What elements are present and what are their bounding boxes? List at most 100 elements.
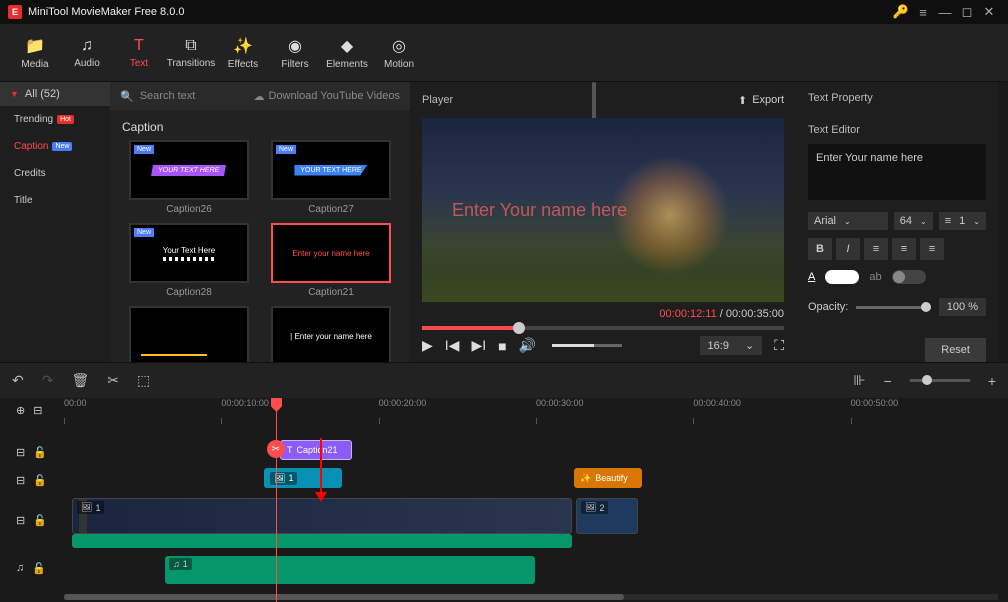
- opacity-slider[interactable]: [856, 306, 930, 309]
- text-editor-label: Text Editor: [808, 124, 986, 136]
- player-title: Player: [422, 94, 738, 106]
- split-button[interactable]: ✂: [107, 372, 119, 389]
- beautify-clip[interactable]: ✨Beautify: [574, 468, 642, 488]
- seek-handle[interactable]: [513, 322, 525, 334]
- app-logo: E: [8, 5, 22, 19]
- volume-slider[interactable]: [552, 344, 622, 347]
- tab-elements[interactable]: ◆Elements: [322, 28, 372, 78]
- tab-filters[interactable]: ◉Filters: [270, 28, 320, 78]
- scissors-icon[interactable]: ✂: [267, 440, 285, 458]
- highlight-label: ab: [869, 271, 881, 283]
- text-color-picker[interactable]: [825, 270, 859, 284]
- minimize-icon[interactable]: —: [934, 1, 956, 23]
- text-color-icon: A: [808, 271, 815, 283]
- export-button[interactable]: ⬆Export: [738, 94, 784, 107]
- timeline-ruler[interactable]: 00:00 00:00:10:00 00:00:20:00 00:00:30:0…: [64, 398, 1008, 426]
- tab-audio[interactable]: ♫Audio: [62, 28, 112, 78]
- cloud-icon: ☁: [254, 90, 265, 103]
- undo-button[interactable]: ↶: [12, 372, 24, 389]
- play-button[interactable]: ▶: [422, 337, 433, 354]
- align-center-button[interactable]: ≡: [892, 238, 916, 260]
- zoom-out-button[interactable]: −: [884, 373, 892, 389]
- timeline-scrollbar[interactable]: [64, 594, 998, 600]
- preview-area[interactable]: Enter Your name here: [422, 118, 784, 302]
- zoom-in-button[interactable]: +: [988, 373, 996, 389]
- lock-icon[interactable]: 🔓: [33, 474, 47, 487]
- caption-card[interactable]: NewYOUR TEXT HERECaption26: [122, 140, 256, 215]
- tab-effects[interactable]: ✨Effects: [218, 28, 268, 78]
- menu-icon[interactable]: ≡: [912, 1, 934, 23]
- music-track-icon: ♫: [16, 562, 24, 575]
- lock-icon[interactable]: 🔓: [33, 514, 47, 527]
- prev-frame-button[interactable]: I◀: [445, 337, 460, 354]
- filters-icon: ◉: [288, 36, 302, 56]
- category-caption[interactable]: CaptionNew: [0, 133, 110, 160]
- elements-icon: ◆: [341, 36, 353, 56]
- lock-icon[interactable]: 🔓: [32, 562, 46, 575]
- download-youtube[interactable]: ☁Download YouTube Videos: [254, 90, 401, 103]
- caption-card[interactable]: Caption22: [122, 306, 256, 362]
- line-spacing-icon: ≡: [945, 215, 951, 227]
- volume-icon[interactable]: 🔊: [519, 337, 536, 354]
- stop-button[interactable]: ■: [498, 338, 506, 354]
- reset-button[interactable]: Reset: [925, 338, 986, 362]
- chevron-down-icon: ⌄: [973, 217, 980, 226]
- opacity-value: 100 %: [939, 298, 986, 316]
- italic-button[interactable]: I: [836, 238, 860, 260]
- music-clip[interactable]: ♫1: [165, 556, 535, 584]
- font-select[interactable]: Arial⌄: [808, 212, 888, 230]
- opacity-label: Opacity:: [808, 301, 848, 313]
- text-icon: T: [287, 445, 293, 455]
- category-trending[interactable]: TrendingHot: [0, 106, 110, 133]
- track-type-icon: ⊟: [16, 474, 25, 487]
- highlight-toggle[interactable]: [892, 270, 926, 284]
- zoom-slider[interactable]: [910, 379, 970, 382]
- track-add-icon[interactable]: ⊕: [16, 404, 25, 417]
- caption-card[interactable]: | Enter your name hereCaption23: [264, 306, 398, 362]
- text-property-title: Text Property: [796, 82, 998, 114]
- font-size-select[interactable]: 64⌄: [894, 212, 933, 230]
- gallery-heading: Caption: [110, 110, 410, 140]
- caption-card[interactable]: NewYOUR TEXT HERECaption27: [264, 140, 398, 215]
- tab-text[interactable]: TText: [114, 28, 164, 78]
- text-editor-input[interactable]: Enter Your name here: [808, 144, 986, 200]
- tab-transitions[interactable]: ⧉Transitions: [166, 28, 216, 78]
- category-credits[interactable]: Credits: [0, 160, 110, 187]
- category-title[interactable]: Title: [0, 187, 110, 214]
- caption-clip[interactable]: TCaption21: [280, 440, 352, 460]
- aspect-ratio-select[interactable]: 16:9⌄: [700, 336, 763, 355]
- timeline-audio-icon[interactable]: ⊪: [853, 372, 865, 389]
- delete-button[interactable]: 🗑: [71, 372, 89, 389]
- video-clip-2[interactable]: 🖼2: [576, 498, 638, 534]
- motion-icon: ◎: [392, 36, 406, 56]
- music-icon: ♫: [173, 559, 180, 569]
- caption-card[interactable]: NewYour Text HereCaption28: [122, 223, 256, 298]
- bold-button[interactable]: B: [808, 238, 832, 260]
- track-type-icon: ⊟: [16, 514, 25, 527]
- key-icon[interactable]: 🔑: [890, 1, 912, 23]
- caption-card[interactable]: Enter your name hereCaption21: [264, 223, 398, 298]
- close-icon[interactable]: ✕: [978, 1, 1000, 23]
- track-collapse-icon[interactable]: ⊟: [33, 404, 42, 417]
- category-all[interactable]: ▼All (52): [0, 82, 110, 106]
- transition-icon: ⧉: [185, 37, 196, 55]
- image-icon: 🖼: [585, 502, 596, 513]
- crop-button[interactable]: ⬚: [137, 372, 150, 389]
- tab-media[interactable]: 📁Media: [10, 28, 60, 78]
- redo-button[interactable]: ↷: [42, 372, 54, 389]
- fullscreen-button[interactable]: ⛶: [774, 337, 784, 354]
- maximize-icon[interactable]: ◻: [956, 1, 978, 23]
- line-height-select[interactable]: ≡1⌄: [939, 212, 986, 230]
- search-input[interactable]: Search text: [140, 90, 248, 102]
- lock-icon[interactable]: 🔓: [33, 446, 47, 459]
- align-left-button[interactable]: ≡: [864, 238, 888, 260]
- video-clip[interactable]: 🖼1: [72, 498, 572, 534]
- text-icon: T: [134, 37, 144, 55]
- video-audio-waveform[interactable]: [72, 534, 572, 548]
- seek-bar[interactable]: [422, 326, 784, 330]
- tab-motion[interactable]: ◎Motion: [374, 28, 424, 78]
- playhead[interactable]: ✂: [276, 398, 277, 602]
- align-right-button[interactable]: ≡: [920, 238, 944, 260]
- app-title: MiniTool MovieMaker Free 8.0.0: [28, 6, 185, 18]
- next-frame-button[interactable]: ▶I: [471, 337, 486, 354]
